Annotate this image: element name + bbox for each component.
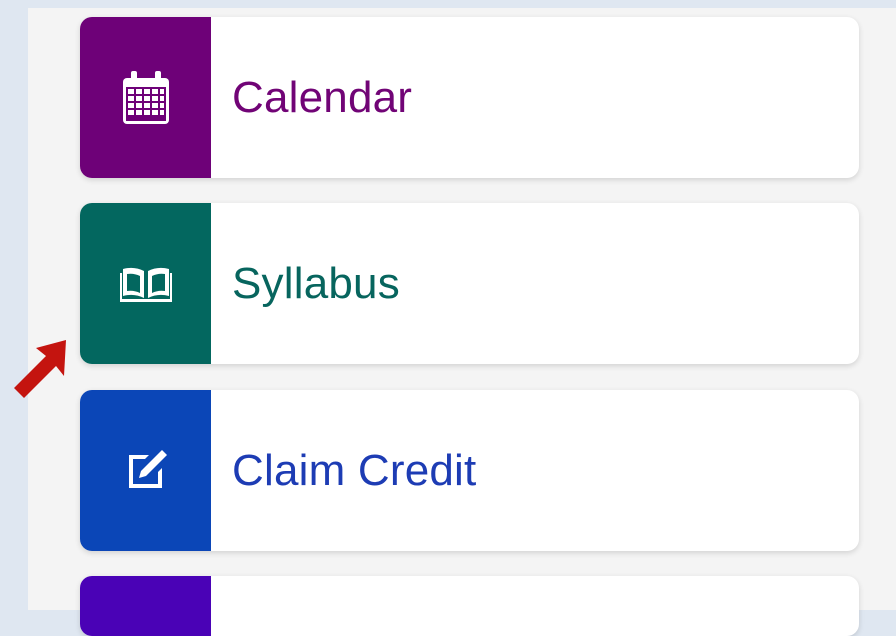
book-open-icon	[119, 267, 172, 302]
menu-item-claim-credit[interactable]: Claim Credit	[80, 390, 859, 551]
menu-item-icon-box	[80, 203, 211, 364]
menu-item-icon-box	[80, 390, 211, 551]
calendar-icon	[122, 70, 169, 124]
menu-item-calendar[interactable]: Calendar	[80, 17, 859, 178]
menu-item-icon-box	[80, 576, 211, 636]
pointer-arrow-icon	[14, 340, 66, 398]
menu-item-label: Calendar	[232, 72, 413, 122]
menu-item-label: Syllabus	[232, 258, 400, 308]
edit-square-icon	[128, 449, 167, 488]
menu-item-icon-box	[80, 17, 211, 178]
menu-item-syllabus[interactable]: Syllabus	[80, 203, 859, 364]
menu-item-partial[interactable]	[80, 576, 859, 636]
menu-item-label: Claim Credit	[232, 445, 477, 495]
menu-item-label	[211, 576, 232, 636]
